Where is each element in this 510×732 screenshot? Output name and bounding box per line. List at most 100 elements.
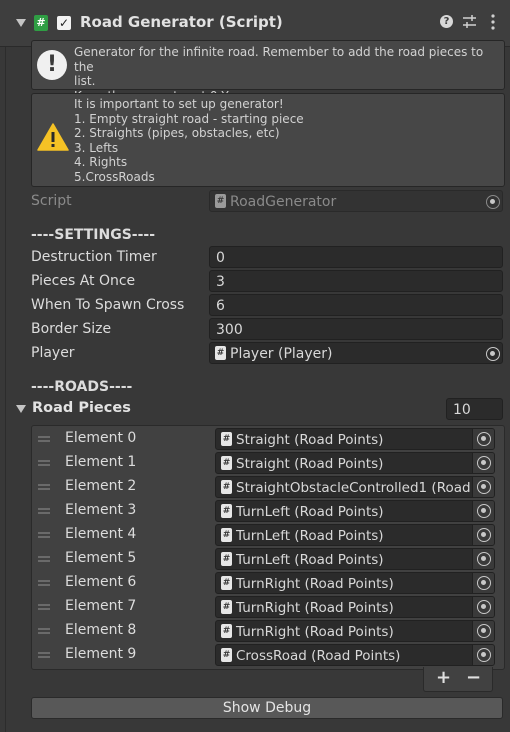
- component-title: Road Generator (Script): [80, 13, 283, 31]
- script-label: Script: [31, 193, 72, 209]
- element-object-field[interactable]: # TurnRight (Road Points): [215, 596, 495, 618]
- object-picker-icon: [486, 195, 500, 209]
- script-value: RoadGenerator: [230, 194, 337, 210]
- element-value: StraightObstacleControlled1 (Road P: [236, 480, 484, 496]
- element-object-field[interactable]: # TurnLeft (Road Points): [215, 524, 495, 546]
- road-pieces-label[interactable]: Road Pieces: [32, 400, 131, 416]
- drag-handle-icon[interactable]: [38, 652, 50, 658]
- object-picker-icon[interactable]: [477, 600, 491, 614]
- road-pieces-size-field[interactable]: 10: [446, 398, 503, 420]
- add-element-button[interactable]: +: [436, 667, 451, 688]
- object-picker-button[interactable]: [472, 453, 494, 473]
- script-asset-icon: #: [221, 552, 232, 566]
- object-picker-icon[interactable]: [477, 624, 491, 638]
- element-object-field[interactable]: # Straight (Road Points): [215, 428, 495, 450]
- object-picker-icon[interactable]: [486, 347, 500, 361]
- object-picker-button[interactable]: [472, 573, 494, 593]
- info-help-box: ! Generator for the infinite road. Remem…: [31, 40, 505, 103]
- list-item[interactable]: Element 8 # TurnRight (Road Points): [32, 620, 502, 642]
- list-item[interactable]: Element 2 # StraightObstacleControlled1 …: [32, 476, 502, 498]
- object-picker-button[interactable]: [472, 525, 494, 545]
- object-picker-button[interactable]: [472, 645, 494, 665]
- element-value: CrossRoad (Road Points): [236, 648, 401, 664]
- destruction-timer-field[interactable]: 0: [209, 246, 503, 268]
- drag-handle-icon[interactable]: [38, 508, 50, 514]
- drag-handle-icon[interactable]: [38, 580, 50, 586]
- element-value: TurnLeft (Road Points): [236, 552, 384, 568]
- border-size-field[interactable]: 300: [209, 318, 503, 340]
- drag-handle-icon[interactable]: [38, 436, 50, 442]
- list-item[interactable]: Element 1 # Straight (Road Points): [32, 452, 502, 474]
- info-icon: !: [37, 50, 67, 80]
- road-pieces-foldout-icon[interactable]: [16, 405, 26, 413]
- element-object-field[interactable]: # TurnRight (Road Points): [215, 572, 495, 594]
- show-debug-button[interactable]: Show Debug: [31, 697, 503, 719]
- element-label: Element 4: [65, 526, 137, 542]
- element-label: Element 9: [65, 646, 137, 662]
- object-picker-button[interactable]: [472, 501, 494, 521]
- element-object-field[interactable]: # TurnRight (Road Points): [215, 620, 495, 642]
- player-field[interactable]: # Player (Player): [209, 342, 503, 364]
- element-value: Straight (Road Points): [236, 456, 384, 472]
- drag-handle-icon[interactable]: [38, 460, 50, 466]
- warning-help-box: It is important to set up generator! 1. …: [31, 93, 505, 187]
- element-object-field[interactable]: # TurnLeft (Road Points): [215, 548, 495, 570]
- foldout-arrow-icon[interactable]: [16, 19, 26, 27]
- element-object-field[interactable]: # StraightObstacleControlled1 (Road P: [215, 476, 495, 498]
- object-picker-icon[interactable]: [477, 456, 491, 470]
- remove-element-button[interactable]: −: [466, 667, 481, 688]
- inspector-gutter: [5, 47, 6, 732]
- object-picker-button[interactable]: [472, 621, 494, 641]
- drag-handle-icon[interactable]: [38, 604, 50, 610]
- script-asset-icon: #: [221, 576, 232, 590]
- object-picker-button[interactable]: [472, 597, 494, 617]
- list-item[interactable]: Element 0 # Straight (Road Points): [32, 428, 502, 450]
- player-label: Player: [31, 345, 75, 361]
- list-item[interactable]: Element 5 # TurnLeft (Road Points): [32, 548, 502, 570]
- pieces-at-once-field[interactable]: 3: [209, 270, 503, 292]
- element-value: Straight (Road Points): [236, 432, 384, 448]
- kebab-menu-icon[interactable]: [490, 14, 496, 30]
- drag-handle-icon[interactable]: [38, 628, 50, 634]
- element-label: Element 7: [65, 598, 137, 614]
- drag-handle-icon[interactable]: [38, 532, 50, 538]
- element-value: TurnLeft (Road Points): [236, 504, 384, 520]
- when-to-spawn-cross-field[interactable]: 6: [209, 294, 503, 316]
- list-item[interactable]: Element 6 # TurnRight (Road Points): [32, 572, 502, 594]
- enabled-checkbox[interactable]: ✓: [57, 16, 71, 30]
- object-picker-icon[interactable]: [477, 504, 491, 518]
- object-picker-icon[interactable]: [477, 480, 491, 494]
- element-object-field[interactable]: # TurnLeft (Road Points): [215, 500, 495, 522]
- element-object-field[interactable]: # CrossRoad (Road Points): [215, 644, 495, 666]
- list-item[interactable]: Element 9 # CrossRoad (Road Points): [32, 644, 502, 666]
- object-picker-icon[interactable]: [477, 432, 491, 446]
- object-picker-icon[interactable]: [477, 576, 491, 590]
- pieces-at-once-value: 3: [216, 274, 225, 290]
- drag-handle-icon[interactable]: [38, 484, 50, 490]
- element-value: TurnRight (Road Points): [236, 576, 394, 592]
- script-asset-icon: #: [221, 456, 232, 470]
- object-picker-icon[interactable]: [477, 528, 491, 542]
- object-picker-button[interactable]: [472, 429, 494, 449]
- element-label: Element 0: [65, 430, 137, 446]
- object-picker-button[interactable]: [472, 549, 494, 569]
- warning-line: 5.CrossRoads: [74, 169, 155, 184]
- list-item[interactable]: Element 4 # TurnLeft (Road Points): [32, 524, 502, 546]
- drag-handle-icon[interactable]: [38, 556, 50, 562]
- object-picker-icon[interactable]: [477, 552, 491, 566]
- script-asset-icon: #: [221, 528, 232, 542]
- script-asset-icon: #: [221, 648, 232, 662]
- object-picker-button[interactable]: [472, 477, 494, 497]
- element-label: Element 3: [65, 502, 137, 518]
- object-picker-icon[interactable]: [477, 648, 491, 662]
- element-object-field[interactable]: # Straight (Road Points): [215, 452, 495, 474]
- preset-icon[interactable]: [462, 14, 477, 29]
- script-field: # RoadGenerator: [209, 190, 503, 212]
- list-item[interactable]: Element 3 # TurnLeft (Road Points): [32, 500, 502, 522]
- when-to-spawn-cross-label: When To Spawn Cross: [31, 297, 185, 313]
- warning-line: 4. Rights: [74, 155, 128, 170]
- element-label: Element 5: [65, 550, 137, 566]
- list-item[interactable]: Element 7 # TurnRight (Road Points): [32, 596, 502, 618]
- help-icon[interactable]: ?: [440, 15, 453, 28]
- info-line: Generator for the infinite road. Remembe…: [74, 45, 484, 74]
